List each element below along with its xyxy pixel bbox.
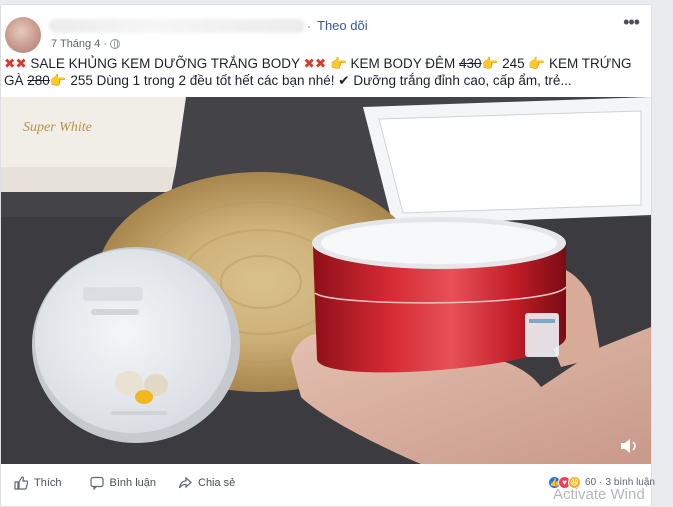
pointing-hand-icon: 👉 [49, 73, 67, 88]
share-label: Chia sẻ [198, 477, 236, 489]
post-video[interactable]: Super White [1, 97, 651, 464]
box-brand-text: Super White [23, 120, 92, 135]
video-frame: Super White [1, 97, 651, 464]
more-options-icon[interactable]: ••• [623, 13, 640, 31]
thumbs-up-icon [14, 476, 28, 490]
share-icon [178, 476, 192, 489]
like-button[interactable]: Thích [14, 476, 62, 490]
comment-button[interactable]: Bình luận [89, 476, 156, 490]
share-button[interactable]: Chia sẻ [178, 476, 235, 490]
separator-dot: · [307, 19, 311, 33]
cross-mark-icon: ✖ [314, 56, 327, 71]
like-label: Thích [34, 477, 62, 489]
pointing-hand-icon: 👉 [329, 56, 347, 71]
pointing-hand-icon: 👉 [481, 56, 499, 71]
activate-windows-watermark: Activate Wind [553, 486, 645, 503]
post-text: ✖✖ SALE KHỦNG KEM DƯỠNG TRẮNG BODY ✖✖ 👉 … [4, 55, 644, 89]
post-text-segment: KEM BODY ĐÊM [346, 56, 460, 71]
follow-button[interactable]: Theo dõi [317, 18, 368, 33]
old-price: 280 [27, 73, 50, 88]
post-text-segment: 255 Dùng 1 trong 2 đều tốt hết các bạn n… [66, 73, 572, 88]
post-date[interactable]: 7 Tháng 4 · [51, 38, 107, 50]
new-price: 245 [498, 56, 529, 71]
author-name-blurred[interactable] [49, 19, 305, 33]
comment-label: Bình luận [109, 477, 156, 489]
post-meta: 7 Tháng 4 · [51, 38, 121, 50]
author-avatar[interactable] [5, 17, 41, 53]
comment-icon [89, 476, 104, 490]
old-price: 430 [459, 56, 482, 71]
post-text-segment: SALE KHỦNG KEM DƯỠNG TRẮNG BODY [26, 56, 304, 71]
pointing-hand-icon: 👉 [528, 56, 546, 71]
globe-icon [110, 39, 121, 49]
cross-mark-icon: ✖ [303, 56, 315, 71]
cross-mark-icon: ✖ [4, 56, 16, 71]
cross-mark-icon: ✖ [15, 56, 27, 71]
